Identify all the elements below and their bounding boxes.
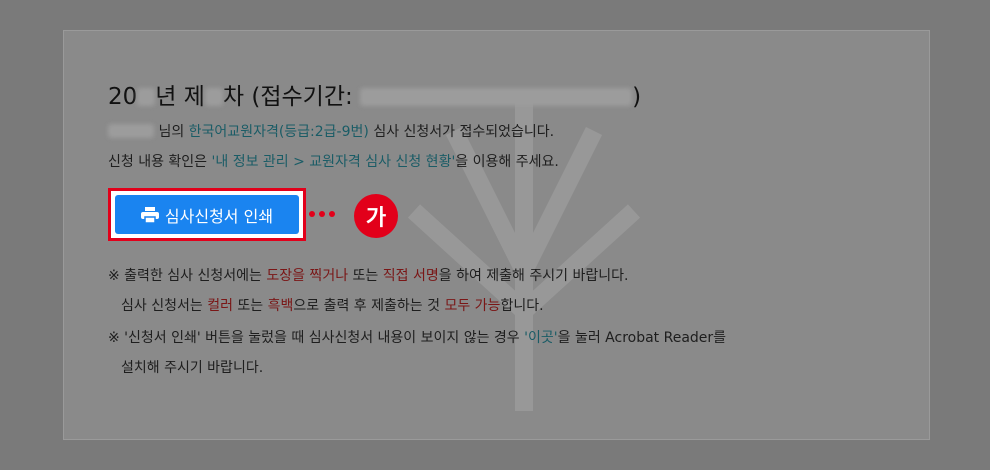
print-application-button[interactable]: 심사신청서 인쇄 — [115, 195, 299, 234]
callout-badge: 가 — [354, 194, 398, 238]
redacted-name — [108, 124, 154, 138]
note-acrobat: ※ '신청서 인쇄' 버튼을 눌렀을 때 심사신청서 내용이 보이지 않는 경우… — [108, 330, 727, 346]
redacted-year — [137, 88, 156, 106]
note-stamp: ※ 출력한 심사 신청서에는 도장을 찍거나 또는 직접 서명을 하여 제출해 … — [108, 268, 629, 284]
submission-message: 님의 한국어교원자격(등급:2급-9번) 심사 신청서가 접수되었습니다. — [108, 121, 554, 141]
submission-panel: 20 년 제차 (접수기간: ) 님의 한국어교원자격(등급:2급-9번) 심사 … — [63, 30, 930, 440]
check-message: 신청 내용 확인은 '내 정보 관리 > 교원자격 심사 신청 현황'을 이용해… — [108, 154, 559, 170]
acrobat-link[interactable]: '이곳' — [524, 330, 557, 346]
printer-icon — [140, 206, 159, 223]
page-title: 20 년 제차 (접수기간: ) — [108, 84, 642, 110]
callout-connector — [309, 211, 335, 217]
print-button-label: 심사신청서 인쇄 — [164, 206, 274, 226]
redacted-round — [204, 88, 223, 106]
print-button-highlight: 심사신청서 인쇄 — [108, 188, 306, 241]
redacted-period — [360, 88, 633, 106]
note-install: 설치해 주시기 바랍니다. — [121, 360, 264, 376]
note-color: 심사 신청서는 컬러 또는 흑백으로 출력 후 제출하는 것 모두 가능합니다. — [121, 298, 544, 314]
